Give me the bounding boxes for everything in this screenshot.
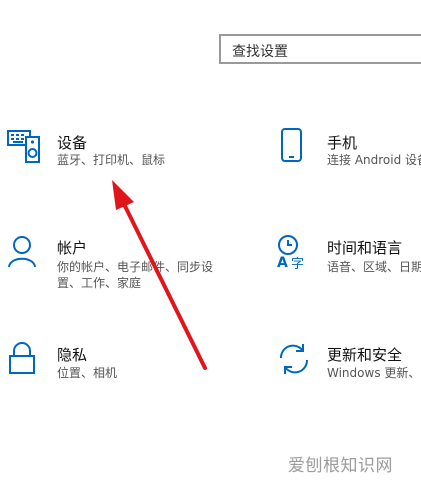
person-icon [6, 235, 40, 275]
tile-description: 蓝牙、打印机、鼠标 [57, 153, 166, 167]
clock-language-icon: A 字 [276, 235, 312, 275]
tile-title: 时间和语言 [327, 239, 403, 257]
settings-tile-update-security[interactable]: 更新和安全 Windows 更新、 [276, 341, 421, 391]
tile-description: 连接 Android 设备 [327, 153, 421, 167]
sync-icon [276, 341, 312, 381]
keyboard-speaker-icon [6, 128, 46, 168]
phone-icon [278, 128, 308, 168]
tile-title: 更新和安全 [327, 346, 403, 364]
svg-text:字: 字 [291, 257, 304, 271]
settings-tile-phone[interactable]: 手机 连接 Android 设备 [278, 128, 421, 178]
tile-title: 帐户 [57, 239, 88, 257]
tile-title: 隐私 [57, 346, 88, 364]
settings-tile-privacy[interactable]: 隐私 位置、相机 [6, 341, 206, 391]
tile-description: Windows 更新、 [327, 366, 421, 380]
settings-tile-time-language[interactable]: A 字 时间和语言 语音、区域、日期 [276, 235, 421, 285]
tile-description: 位置、相机 [57, 366, 118, 380]
settings-tile-accounts[interactable]: 帐户 你的帐户、电子邮件、同步设 置、工作、家庭 [6, 235, 216, 295]
watermark: 爱刨根知识网 [288, 456, 393, 476]
search-placeholder: 查找设置 [232, 44, 288, 60]
lock-icon [6, 341, 40, 381]
tile-title: 设备 [57, 134, 88, 152]
search-input[interactable]: 查找设置 [219, 34, 421, 64]
tile-title: 手机 [327, 134, 358, 152]
settings-tile-devices[interactable]: 设备 蓝牙、打印机、鼠标 [6, 128, 206, 178]
tile-description: 置、工作、家庭 [57, 276, 142, 290]
tile-description: 你的帐户、电子邮件、同步设 [57, 260, 214, 274]
tile-description: 语音、区域、日期 [327, 260, 421, 274]
svg-text:A: A [277, 255, 288, 271]
